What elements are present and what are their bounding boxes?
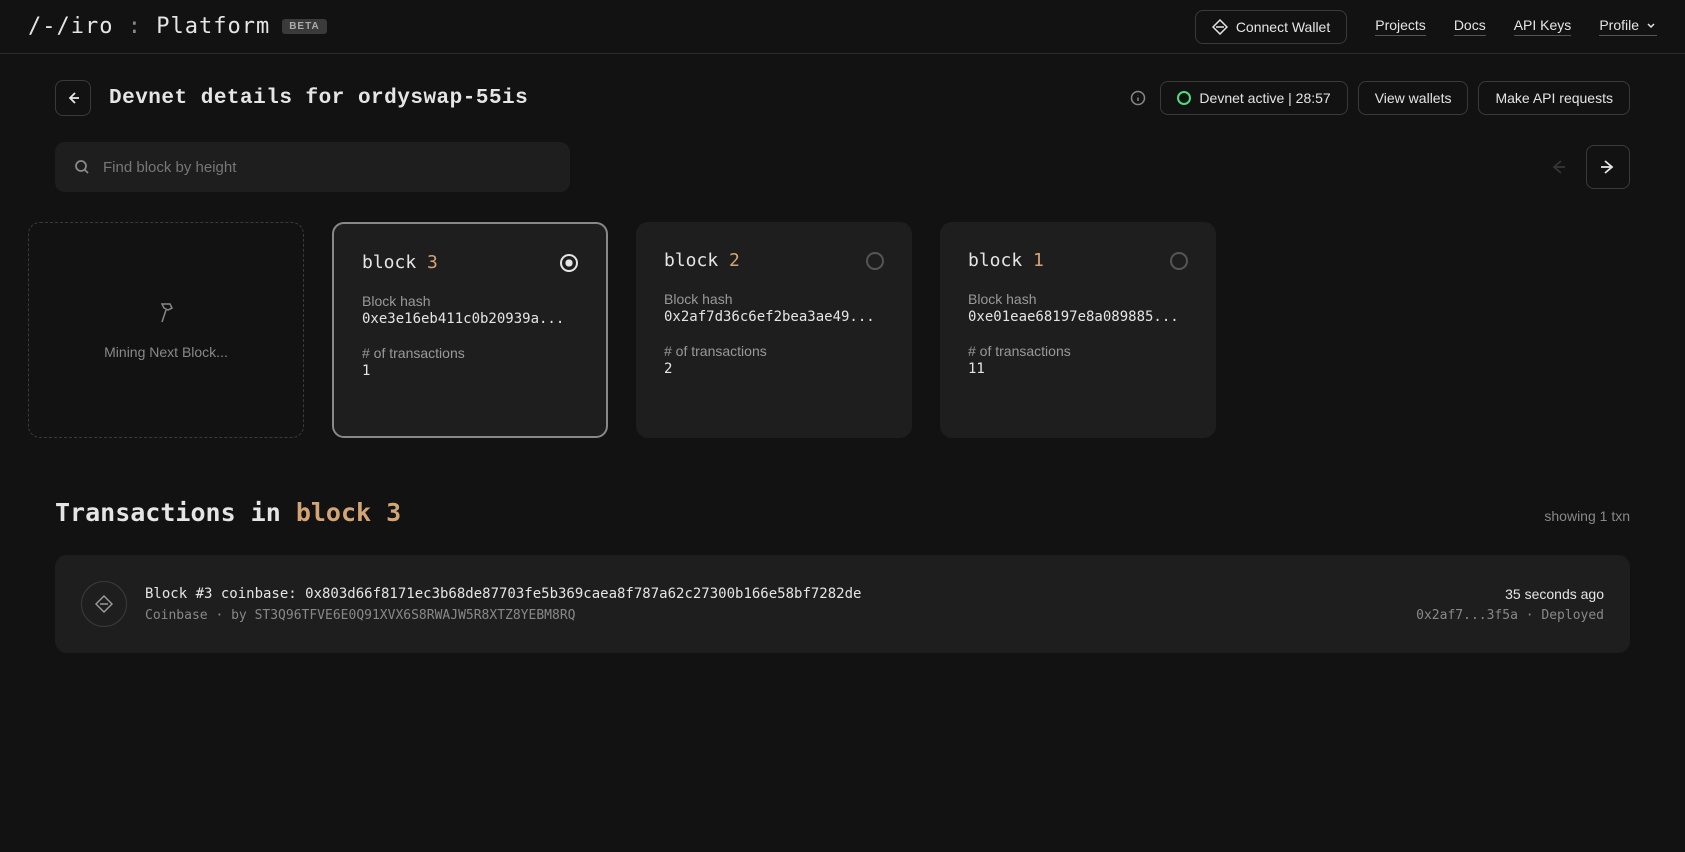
radio-unselected-icon [866, 252, 884, 270]
search-icon [73, 158, 91, 176]
logo-colon: : [113, 14, 156, 39]
block-header: block 2 [664, 250, 884, 271]
transaction-time: 35 seconds ago [1416, 586, 1604, 602]
radio-selected-icon [560, 254, 578, 272]
txn-count-label: # of transactions [362, 345, 578, 361]
transaction-meta: 35 seconds ago 0x2af7...3f5a · Deployed [1416, 586, 1604, 623]
connect-wallet-button[interactable]: Connect Wallet [1195, 10, 1347, 44]
nav-api-keys[interactable]: API Keys [1514, 17, 1572, 36]
view-wallets-button[interactable]: View wallets [1358, 81, 1469, 115]
wallet-icon [1212, 19, 1228, 35]
transactions-count: showing 1 txn [1544, 508, 1630, 524]
hash-label: Block hash [968, 291, 1188, 307]
txn-count-value: 1 [362, 363, 578, 379]
top-header: /-/iro : Platform BETA Connect Wallet Pr… [0, 0, 1685, 54]
make-api-requests-button[interactable]: Make API requests [1478, 81, 1630, 115]
nav-right: Connect Wallet Projects Docs API Keys Pr… [1195, 10, 1657, 44]
subheader-left: Devnet details for ordyswap-55is [55, 80, 528, 116]
devnet-status-pill[interactable]: Devnet active | 28:57 [1160, 81, 1347, 115]
transaction-row[interactable]: Block #3 coinbase: 0x803d66f8171ec3b68de… [55, 555, 1630, 653]
logo-text-prefix: /-/iro [28, 14, 113, 39]
transaction-type-icon [81, 581, 127, 627]
connect-wallet-label: Connect Wallet [1236, 19, 1330, 35]
blocks-carousel: Mining Next Block... block 3 Block hash … [0, 222, 1685, 438]
hash-value: 0x2af7d36c6ef2bea3ae49... [664, 309, 884, 325]
block-card-2[interactable]: block 2 Block hash 0x2af7d36c6ef2bea3ae4… [636, 222, 912, 438]
transaction-title: Block #3 coinbase: 0x803d66f8171ec3b68de… [145, 586, 1398, 602]
mining-label: Mining Next Block... [104, 344, 228, 360]
txn-count-value: 2 [664, 361, 884, 377]
next-arrow-button[interactable] [1586, 145, 1630, 189]
block-title: block 3 [362, 252, 438, 273]
transactions-title: Transactions in block 3 [55, 498, 401, 527]
nav-arrows [1538, 145, 1630, 189]
subheader-right: Devnet active | 28:57 View wallets Make … [1126, 81, 1630, 115]
txn-count-value: 11 [968, 361, 1188, 377]
logo: /-/iro : Platform [28, 14, 270, 39]
transaction-body: Block #3 coinbase: 0x803d66f8171ec3b68de… [145, 586, 1398, 623]
hammer-icon [152, 300, 180, 328]
hash-label: Block hash [362, 293, 578, 309]
transactions-header: Transactions in block 3 showing 1 txn [55, 498, 1630, 527]
back-button[interactable] [55, 80, 91, 116]
logo-text-suffix: Platform [156, 14, 270, 39]
block-title: block 2 [664, 250, 740, 271]
radio-unselected-icon [1170, 252, 1188, 270]
prev-arrow-disabled [1538, 147, 1578, 187]
transaction-subtitle: Coinbase · by ST3Q96TFVE6E0Q91XVX6S8RWAJ… [145, 608, 1398, 623]
search-input[interactable] [103, 159, 552, 176]
hash-value: 0xe3e16eb411c0b20939a... [362, 311, 578, 327]
subheader: Devnet details for ordyswap-55is Devnet … [0, 54, 1685, 142]
search-row [0, 142, 1685, 222]
txn-count-label: # of transactions [664, 343, 884, 359]
nav-profile-label: Profile [1599, 17, 1639, 33]
hash-value: 0xe01eae68197e8a089885... [968, 309, 1188, 325]
status-dot-icon [1177, 91, 1191, 105]
page-title: Devnet details for ordyswap-55is [109, 87, 528, 110]
block-header: block 1 [968, 250, 1188, 271]
block-title: block 1 [968, 250, 1044, 271]
hash-label: Block hash [664, 291, 884, 307]
block-card-3[interactable]: block 3 Block hash 0xe3e16eb411c0b20939a… [332, 222, 608, 438]
block-card-1[interactable]: block 1 Block hash 0xe01eae68197e8a08988… [940, 222, 1216, 438]
txn-count-label: # of transactions [968, 343, 1188, 359]
block-header: block 3 [362, 252, 578, 273]
beta-badge: BETA [282, 19, 326, 34]
logo-section: /-/iro : Platform BETA [28, 14, 327, 39]
arrow-left-icon [64, 89, 82, 107]
nav-docs[interactable]: Docs [1454, 17, 1486, 36]
info-icon[interactable] [1126, 86, 1150, 110]
mining-block-card: Mining Next Block... [28, 222, 304, 438]
chevron-down-icon [1645, 19, 1657, 31]
nav-profile[interactable]: Profile [1599, 17, 1657, 36]
status-text: Devnet active | 28:57 [1199, 90, 1330, 106]
nav-projects[interactable]: Projects [1375, 17, 1426, 36]
transactions-section: Transactions in block 3 showing 1 txn Bl… [0, 438, 1685, 653]
search-box[interactable] [55, 142, 570, 192]
transaction-hash-status: 0x2af7...3f5a · Deployed [1416, 608, 1604, 623]
